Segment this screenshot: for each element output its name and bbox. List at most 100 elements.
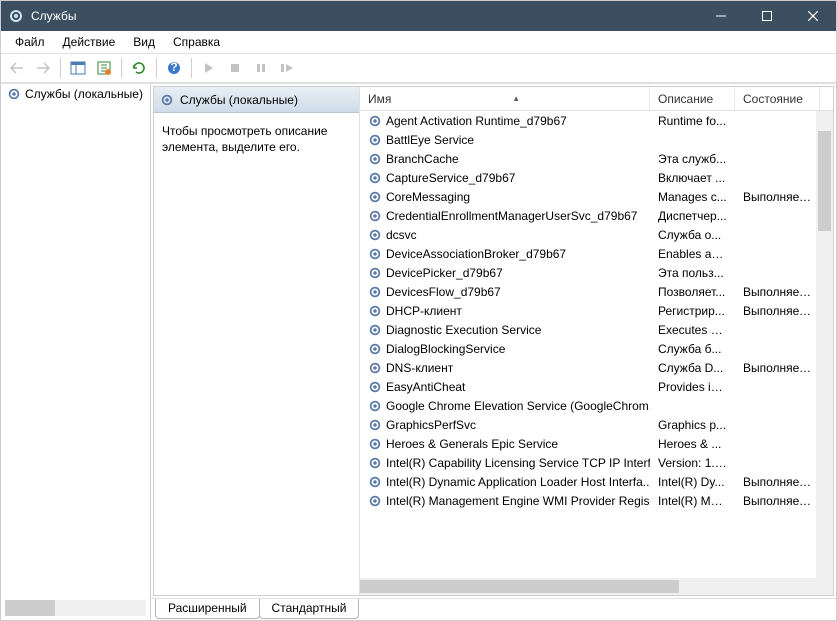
vertical-scrollbar[interactable] xyxy=(816,111,833,578)
cell-name: dcsvc xyxy=(360,228,650,242)
column-state[interactable]: Состояние xyxy=(735,87,820,110)
service-row[interactable]: EasyAntiCheatProvides in... xyxy=(360,377,833,396)
cell-description: Version: 1.6... xyxy=(650,456,735,470)
cell-description: Эта польз... xyxy=(650,266,735,280)
menu-help[interactable]: Справка xyxy=(165,33,228,51)
gear-icon xyxy=(368,342,382,356)
maximize-button[interactable] xyxy=(744,1,790,31)
cell-description: Runtime fo... xyxy=(650,114,735,128)
cell-name: Intel(R) Capability Licensing Service TC… xyxy=(360,456,650,470)
sub-header-label: Службы (локальные) xyxy=(180,93,298,107)
cell-description: Эта служб... xyxy=(650,152,735,166)
gear-icon xyxy=(7,87,21,101)
cell-description: Intel(R) Dy... xyxy=(650,475,735,489)
cell-name: BattlEye Service xyxy=(360,133,650,147)
refresh-button[interactable] xyxy=(127,56,151,80)
cell-description: Позволяет... xyxy=(650,285,735,299)
export-list-button[interactable] xyxy=(92,56,116,80)
toolbar: ? xyxy=(1,53,836,83)
cell-description: Intel(R) Ma... xyxy=(650,494,735,508)
cell-description: Enables ap... xyxy=(650,247,735,261)
cell-description: Регистрир... xyxy=(650,304,735,318)
gear-icon xyxy=(160,93,174,107)
service-row[interactable]: dcsvcСлужба о... xyxy=(360,225,833,244)
cell-name: DevicesFlow_d79b67 xyxy=(360,285,650,299)
cell-name: BranchCache xyxy=(360,152,650,166)
service-row[interactable]: Google Chrome Elevation Service (GoogleC… xyxy=(360,396,833,415)
service-row[interactable]: DHCP-клиентРегистрир...Выполняется xyxy=(360,301,833,320)
gear-icon xyxy=(368,418,382,432)
service-row[interactable]: DevicesFlow_d79b67Позволяет...Выполняетс… xyxy=(360,282,833,301)
minimize-button[interactable] xyxy=(698,1,744,31)
window-title: Службы xyxy=(31,9,698,23)
column-description[interactable]: Описание xyxy=(650,87,735,110)
app-icon xyxy=(1,8,31,24)
gear-icon xyxy=(368,133,382,147)
cell-state: Выполняется xyxy=(735,304,820,318)
close-button[interactable] xyxy=(790,1,836,31)
rows-container[interactable]: Agent Activation Runtime_d79b67Runtime f… xyxy=(360,111,833,578)
tree-node-services-local[interactable]: Службы (локальные) xyxy=(1,84,150,104)
service-row[interactable]: Intel(R) Management Engine WMI Provider … xyxy=(360,491,833,510)
service-row[interactable]: DeviceAssociationBroker_d79b67Enables ap… xyxy=(360,244,833,263)
service-row[interactable]: GraphicsPerfSvcGraphics p... xyxy=(360,415,833,434)
cell-name: EasyAntiCheat xyxy=(360,380,650,394)
service-row[interactable]: BranchCacheЭта служб... xyxy=(360,149,833,168)
service-row[interactable]: CaptureService_d79b67Включает ... xyxy=(360,168,833,187)
tab-standard[interactable]: Стандартный xyxy=(259,599,360,619)
titlebar[interactable]: Службы xyxy=(1,1,836,31)
cell-name: Agent Activation Runtime_d79b67 xyxy=(360,114,650,128)
cell-name: Diagnostic Execution Service xyxy=(360,323,650,337)
gear-icon xyxy=(368,380,382,394)
cell-name: Heroes & Generals Epic Service xyxy=(360,437,650,451)
menu-file[interactable]: Файл xyxy=(7,33,53,51)
menu-view[interactable]: Вид xyxy=(125,33,163,51)
service-row[interactable]: Heroes & Generals Epic ServiceHeroes & .… xyxy=(360,434,833,453)
cell-description: Executes di... xyxy=(650,323,735,337)
cell-name: Intel(R) Management Engine WMI Provider … xyxy=(360,494,650,508)
sort-ascending-icon: ▴ xyxy=(391,93,641,104)
restart-service-button xyxy=(275,56,299,80)
cell-description: Служба б... xyxy=(650,342,735,356)
service-row[interactable]: Intel(R) Dynamic Application Loader Host… xyxy=(360,472,833,491)
gear-icon xyxy=(368,304,382,318)
service-row[interactable]: DialogBlockingServiceСлужба б... xyxy=(360,339,833,358)
service-row[interactable]: CredentialEnrollmentManagerUserSvc_d79b6… xyxy=(360,206,833,225)
tree-pane[interactable]: Службы (локальные) xyxy=(1,84,151,620)
service-row[interactable]: CoreMessagingManages c...Выполняется xyxy=(360,187,833,206)
service-row[interactable]: Agent Activation Runtime_d79b67Runtime f… xyxy=(360,111,833,130)
gear-icon xyxy=(368,494,382,508)
help-button[interactable]: ? xyxy=(162,56,186,80)
service-row[interactable]: DNS-клиентСлужба D...Выполняется xyxy=(360,358,833,377)
gear-icon xyxy=(368,228,382,242)
cell-name: DHCP-клиент xyxy=(360,304,650,318)
cell-description: Служба о... xyxy=(650,228,735,242)
description-pane: Службы (локальные) Чтобы просмотреть опи… xyxy=(154,87,359,595)
tree-horizontal-scrollbar[interactable] xyxy=(5,600,146,616)
tab-extended[interactable]: Расширенный xyxy=(155,599,260,619)
gear-icon xyxy=(368,285,382,299)
service-row[interactable]: Intel(R) Capability Licensing Service TC… xyxy=(360,453,833,472)
service-row[interactable]: Diagnostic Execution ServiceExecutes di.… xyxy=(360,320,833,339)
cell-name: CoreMessaging xyxy=(360,190,650,204)
cell-name: Intel(R) Dynamic Application Loader Host… xyxy=(360,475,650,489)
service-row[interactable]: DevicePicker_d79b67Эта польз... xyxy=(360,263,833,282)
back-button xyxy=(5,56,29,80)
show-hide-tree-button[interactable] xyxy=(66,56,90,80)
cell-name: DialogBlockingService xyxy=(360,342,650,356)
cell-description: Heroes & ... xyxy=(650,437,735,451)
tree-node-label: Службы (локальные) xyxy=(25,87,143,101)
view-tabs: Расширенный Стандартный xyxy=(151,598,836,620)
cell-description: Graphics p... xyxy=(650,418,735,432)
column-name[interactable]: Имя ▴ xyxy=(360,87,650,110)
service-row[interactable]: BattlEye Service xyxy=(360,130,833,149)
cell-description: Provides in... xyxy=(650,380,735,394)
gear-icon xyxy=(368,171,382,185)
cell-description: Включает ... xyxy=(650,171,735,185)
menu-action[interactable]: Действие xyxy=(55,33,124,51)
cell-name: CredentialEnrollmentManagerUserSvc_d79b6… xyxy=(360,209,650,223)
services-list: Имя ▴ Описание Состояние Agent Activatio… xyxy=(359,87,833,595)
cell-name: Google Chrome Elevation Service (GoogleC… xyxy=(360,399,650,413)
hint-text: Чтобы просмотреть описание элемента, выд… xyxy=(154,113,359,165)
horizontal-scrollbar[interactable] xyxy=(360,578,833,595)
